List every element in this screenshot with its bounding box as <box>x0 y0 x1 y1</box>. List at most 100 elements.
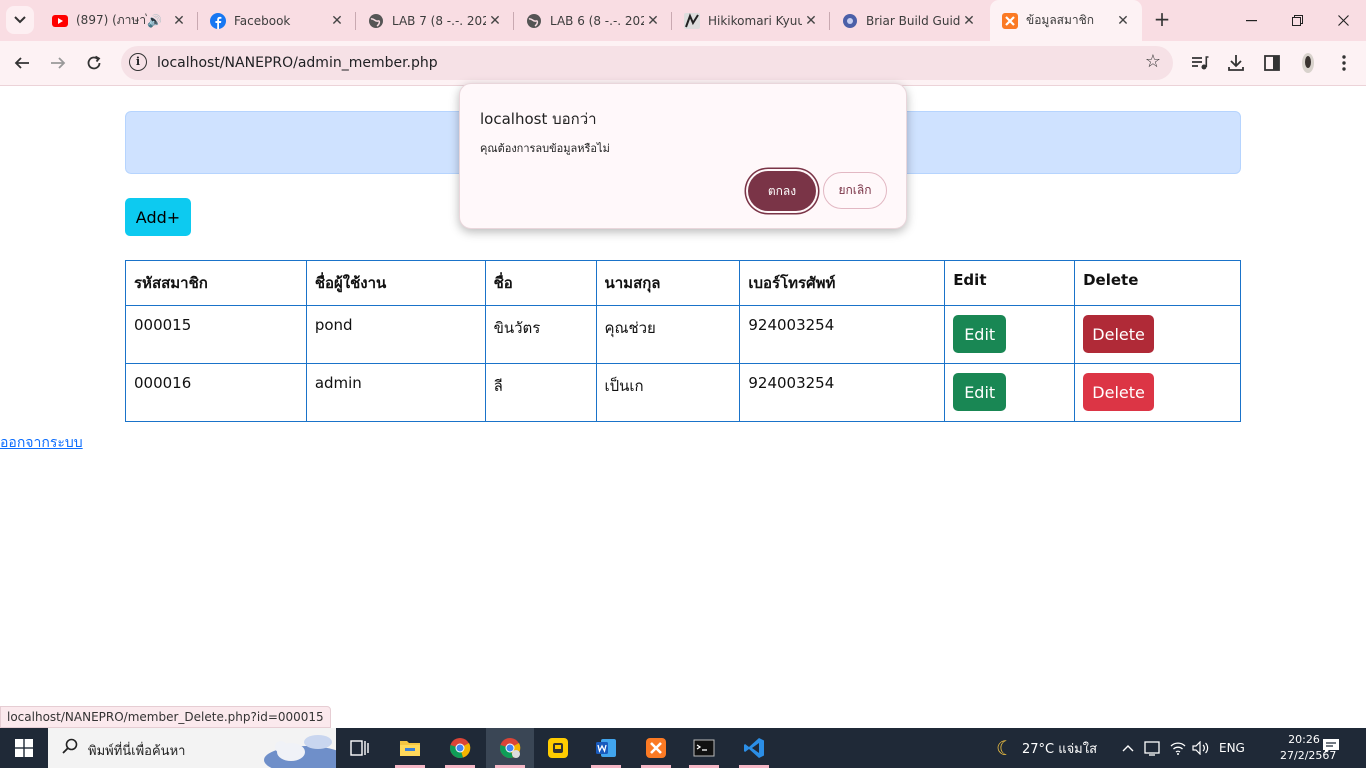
taskbar-chrome[interactable] <box>436 728 484 768</box>
close-tab-icon[interactable]: ✕ <box>328 13 346 29</box>
search-placeholder: พิมพ์ที่นี่เพื่อค้นหา <box>88 744 186 759</box>
close-tab-icon[interactable]: ✕ <box>486 13 504 29</box>
tab-title: Facebook <box>234 13 291 28</box>
close-tab-icon[interactable]: ✕ <box>802 13 820 29</box>
col-header-last-name: นามสกุล <box>595 260 741 306</box>
minimize-icon <box>1245 19 1257 21</box>
manga-icon <box>684 12 700 29</box>
tab-title: Hikikomari Kyuu <box>708 13 802 28</box>
volume-icon <box>1192 741 1209 755</box>
taskbar-file-explorer[interactable] <box>386 728 434 768</box>
notification-center-button[interactable] <box>1322 738 1340 758</box>
download-icon <box>1228 55 1244 71</box>
site-info-icon[interactable]: i <box>129 53 147 71</box>
cell-last-name: คุณช่วย <box>595 305 741 364</box>
input-language[interactable]: ENG <box>1219 728 1245 768</box>
tray-wifi[interactable] <box>1170 728 1186 768</box>
table-header-row: รหัสสมาชิก ชื่อผู้ใช้งาน ชื่อ นามสกุล เบ… <box>125 260 1241 306</box>
close-tab-icon[interactable]: ✕ <box>960 13 978 29</box>
playlist-icon <box>1192 56 1209 70</box>
vscode-icon <box>744 738 764 758</box>
cell-username: admin <box>305 363 486 422</box>
taskbar-vscode[interactable] <box>730 728 778 768</box>
logout-link[interactable]: ออกจากระบบ <box>0 432 83 454</box>
minimize-button[interactable] <box>1228 0 1274 41</box>
side-panel-icon <box>1264 55 1280 71</box>
taskbar-terminal[interactable] <box>680 728 728 768</box>
dialog-cancel-button[interactable]: ยกเลิก <box>823 172 887 209</box>
cell-edit: Edit <box>944 363 1076 422</box>
globe-icon <box>368 13 384 29</box>
taskbar-xampp[interactable] <box>632 728 680 768</box>
search-icon <box>62 738 78 758</box>
delete-button[interactable]: Delete <box>1083 315 1155 353</box>
tab-briar[interactable]: Briar Build Guide ✕ <box>830 0 988 41</box>
tab-hikikomari[interactable]: Hikikomari Kyuu ✕ <box>672 0 830 41</box>
show-hidden-icons-button[interactable] <box>1122 728 1134 768</box>
close-window-button[interactable] <box>1320 0 1366 41</box>
taskbar-search-box[interactable]: พิมพ์ที่นี่เพื่อค้นหา <box>48 728 348 768</box>
edit-button[interactable]: Edit <box>953 373 1007 411</box>
tab-title: LAB 6 (8 -.-. 2024 <box>550 13 644 28</box>
reload-button[interactable] <box>80 49 108 77</box>
tab-youtube[interactable]: (897) (ภาษาไท 🔊 ✕ <box>40 0 198 41</box>
col-header-edit: Edit <box>944 260 1076 306</box>
moon-icon: ☾ <box>996 736 1014 760</box>
notes-app-icon <box>548 738 568 758</box>
cell-member-id: 000016 <box>125 363 307 422</box>
windows-logo-icon <box>15 739 33 757</box>
new-tab-button[interactable]: + <box>1150 8 1174 32</box>
forward-button[interactable] <box>44 49 72 77</box>
tab-lab7[interactable]: LAB 7 (8 -.-. 2024 ✕ <box>356 0 514 41</box>
url-text[interactable]: localhost/NANEPRO/admin_member.php <box>157 55 438 71</box>
clock-date: 27/2/2567 <box>1280 749 1337 762</box>
taskbar-chrome-profile[interactable] <box>486 728 534 768</box>
col-header-username: ชื่อผู้ใช้งาน <box>305 260 486 306</box>
close-tab-icon[interactable]: ✕ <box>644 13 662 29</box>
taskbar-notes-app[interactable] <box>534 728 582 768</box>
tab-search-dropdown[interactable] <box>6 6 34 34</box>
table-row: 000015 pond ขินวัตร คุณช่วย 924003254 Ed… <box>125 305 1241 364</box>
task-view-button[interactable] <box>336 728 384 768</box>
youtube-icon <box>52 13 68 29</box>
taskbar-word[interactable] <box>582 728 630 768</box>
tab-member-info[interactable]: ข้อมูลสมาชิก ✕ <box>990 0 1142 41</box>
tab-facebook[interactable]: Facebook ✕ <box>198 0 356 41</box>
more-vert-icon <box>1342 55 1346 71</box>
restore-button[interactable] <box>1274 0 1320 41</box>
media-control-button[interactable] <box>1186 49 1214 77</box>
downloads-button[interactable] <box>1222 49 1250 77</box>
taskbar-clock[interactable]: 20:26 27/2/2567 <box>1280 732 1337 764</box>
profile-button[interactable] <box>1294 49 1322 77</box>
dialog-message: คุณต้องการลบข้อมูลหรือไม่ <box>480 142 610 155</box>
add-member-button[interactable]: Add+ <box>125 198 191 236</box>
delete-button[interactable]: Delete <box>1083 373 1155 411</box>
browser-toolbar: i localhost/NANEPRO/admin_member.php ☆ <box>0 41 1366 86</box>
close-icon <box>1337 15 1349 26</box>
windows-taskbar: พิมพ์ที่นี่เพื่อค้นหา ☾ 27°C แจ่มใส ENG … <box>0 728 1366 768</box>
browser-menu-button[interactable] <box>1330 49 1358 77</box>
close-tab-icon[interactable]: ✕ <box>170 13 188 29</box>
edit-button[interactable]: Edit <box>953 315 1007 353</box>
tray-volume[interactable] <box>1192 728 1210 768</box>
weather-widget[interactable]: ☾ 27°C แจ่มใส <box>996 728 1097 768</box>
side-panel-button[interactable] <box>1258 49 1286 77</box>
dialog-ok-button[interactable]: ตกลง <box>748 171 816 211</box>
col-header-first-name: ชื่อ <box>484 260 597 306</box>
search-highlight-image <box>256 730 348 768</box>
address-bar[interactable]: i localhost/NANEPRO/admin_member.php ☆ <box>121 46 1173 80</box>
cell-username: pond <box>305 305 486 364</box>
start-button[interactable] <box>0 728 48 768</box>
tray-network-device[interactable] <box>1144 728 1160 768</box>
close-tab-icon[interactable]: ✕ <box>1114 13 1132 29</box>
terminal-icon <box>693 739 715 757</box>
col-header-phone: เบอร์โทรศัพท์ <box>739 260 946 306</box>
avatar <box>1302 53 1314 73</box>
back-button[interactable] <box>8 49 36 77</box>
bookmark-star-icon[interactable]: ☆ <box>1145 51 1161 72</box>
tab-lab6[interactable]: LAB 6 (8 -.-. 2024 ✕ <box>514 0 672 41</box>
facebook-icon <box>210 12 226 29</box>
cell-first-name: ขินวัตร <box>484 305 597 364</box>
speaker-icon[interactable]: 🔊 <box>147 14 162 28</box>
col-header-delete: Delete <box>1074 260 1241 306</box>
